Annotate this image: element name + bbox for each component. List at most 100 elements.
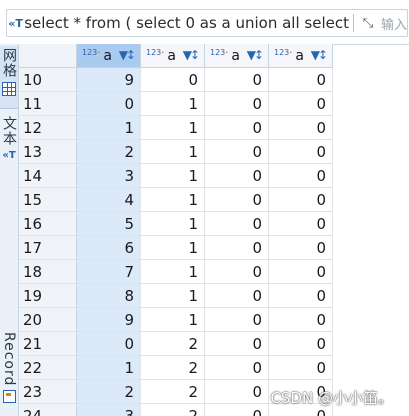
table-row[interactable]: 10 9 0 0 0 [19, 68, 409, 92]
table-cell[interactable]: 9 [77, 68, 141, 92]
tab-grid[interactable]: 网格 [0, 46, 18, 109]
row-number[interactable]: 21 [19, 332, 77, 356]
table-cell[interactable]: 0 [205, 116, 269, 140]
table-row[interactable]: 15 4 1 0 0 [19, 188, 409, 212]
table-cell[interactable]: 5 [77, 212, 141, 236]
table-cell[interactable]: 0 [269, 308, 333, 332]
table-cell[interactable]: 0 [269, 92, 333, 116]
grid-corner[interactable] [19, 44, 77, 68]
table-cell[interactable]: 1 [141, 260, 205, 284]
table-cell[interactable]: 0 [269, 116, 333, 140]
table-cell[interactable]: 0 [205, 188, 269, 212]
table-cell[interactable]: 1 [141, 308, 205, 332]
table-cell[interactable]: 9 [77, 308, 141, 332]
column-header[interactable]: 123· a ▼↕ [205, 44, 269, 68]
column-header[interactable]: 123· a ▼↕ [141, 44, 205, 68]
table-cell[interactable]: 1 [141, 188, 205, 212]
table-cell[interactable]: 1 [141, 140, 205, 164]
table-cell[interactable]: 0 [269, 260, 333, 284]
row-number[interactable]: 14 [19, 164, 77, 188]
table-cell[interactable]: 0 [205, 332, 269, 356]
table-cell[interactable]: 0 [205, 380, 269, 404]
table-row[interactable]: 16 5 1 0 0 [19, 212, 409, 236]
table-cell[interactable]: 1 [77, 116, 141, 140]
table-cell[interactable]: 0 [205, 140, 269, 164]
sort-filter-icon[interactable]: ▼↕ [247, 48, 264, 62]
table-row[interactable]: 13 2 1 0 0 [19, 140, 409, 164]
table-cell[interactable]: 2 [141, 404, 205, 416]
row-number[interactable]: 15 [19, 188, 77, 212]
row-number[interactable]: 18 [19, 260, 77, 284]
table-cell[interactable]: 0 [205, 236, 269, 260]
row-number[interactable]: 23 [19, 380, 77, 404]
table-row[interactable]: 11 0 1 0 0 [19, 92, 409, 116]
table-cell[interactable]: 1 [141, 212, 205, 236]
table-cell[interactable]: 8 [77, 284, 141, 308]
sort-filter-icon[interactable]: ▼↕ [119, 48, 136, 62]
filter-input[interactable]: «T select * from ( select 0 as a union a… [6, 9, 408, 37]
table-cell[interactable]: 0 [205, 68, 269, 92]
table-cell[interactable]: 0 [205, 212, 269, 236]
row-number[interactable]: 24 [19, 404, 77, 416]
filter-query-text[interactable]: select * from ( select 0 as a union all … [24, 14, 349, 32]
table-row[interactable]: 12 1 1 0 0 [19, 116, 409, 140]
sort-filter-icon[interactable]: ▼↕ [183, 48, 200, 62]
table-cell[interactable]: 0 [141, 68, 205, 92]
table-cell[interactable]: 0 [269, 164, 333, 188]
tab-record[interactable]: Record [0, 332, 18, 404]
column-header[interactable]: 123· a ▼↕ [269, 44, 333, 68]
row-number[interactable]: 13 [19, 140, 77, 164]
column-header[interactable]: 123· a ▼↕ [77, 44, 141, 68]
table-cell[interactable]: 0 [269, 212, 333, 236]
table-cell[interactable]: 2 [141, 356, 205, 380]
table-cell[interactable]: 7 [77, 260, 141, 284]
table-row[interactable]: 22 1 2 0 0 [19, 356, 409, 380]
table-cell[interactable]: 0 [205, 404, 269, 416]
table-cell[interactable]: 1 [141, 92, 205, 116]
row-number[interactable]: 17 [19, 236, 77, 260]
tab-text[interactable]: 文本 «T [0, 116, 18, 161]
table-cell[interactable]: 2 [141, 380, 205, 404]
table-cell[interactable]: 2 [77, 380, 141, 404]
table-cell[interactable]: 1 [141, 164, 205, 188]
row-number[interactable]: 11 [19, 92, 77, 116]
expand-icon[interactable]: ⤡ [359, 16, 377, 31]
table-cell[interactable]: 4 [77, 188, 141, 212]
table-cell[interactable]: 0 [205, 92, 269, 116]
table-cell[interactable]: 1 [77, 356, 141, 380]
filter-icon[interactable]: «T [7, 17, 24, 30]
table-row[interactable]: 17 6 1 0 0 [19, 236, 409, 260]
table-cell[interactable]: 0 [269, 356, 333, 380]
table-row[interactable]: 18 7 1 0 0 [19, 260, 409, 284]
table-cell[interactable]: 0 [269, 68, 333, 92]
table-cell[interactable]: 0 [269, 236, 333, 260]
table-cell[interactable]: 1 [141, 236, 205, 260]
row-number[interactable]: 19 [19, 284, 77, 308]
row-number[interactable]: 20 [19, 308, 77, 332]
table-cell[interactable]: 6 [77, 236, 141, 260]
table-cell[interactable]: 0 [269, 140, 333, 164]
row-number[interactable]: 22 [19, 356, 77, 380]
table-cell[interactable]: 0 [269, 332, 333, 356]
sort-filter-icon[interactable]: ▼↕ [311, 48, 328, 62]
table-row[interactable]: 21 0 2 0 0 [19, 332, 409, 356]
table-row[interactable]: 20 9 1 0 0 [19, 308, 409, 332]
table-cell[interactable]: 0 [205, 284, 269, 308]
table-cell[interactable]: 0 [205, 308, 269, 332]
table-cell[interactable]: 0 [77, 92, 141, 116]
table-cell[interactable]: 0 [205, 356, 269, 380]
row-number[interactable]: 10 [19, 68, 77, 92]
table-cell[interactable]: 1 [141, 116, 205, 140]
table-cell[interactable]: 3 [77, 404, 141, 416]
table-cell[interactable]: 0 [269, 188, 333, 212]
table-row[interactable]: 14 3 1 0 0 [19, 164, 409, 188]
table-cell[interactable]: 2 [77, 140, 141, 164]
table-cell[interactable]: 2 [141, 332, 205, 356]
row-number[interactable]: 16 [19, 212, 77, 236]
row-number[interactable]: 12 [19, 116, 77, 140]
table-cell[interactable]: 0 [205, 164, 269, 188]
table-cell[interactable]: 0 [269, 284, 333, 308]
table-cell[interactable]: 3 [77, 164, 141, 188]
table-cell[interactable]: 0 [205, 260, 269, 284]
table-cell[interactable]: 0 [77, 332, 141, 356]
